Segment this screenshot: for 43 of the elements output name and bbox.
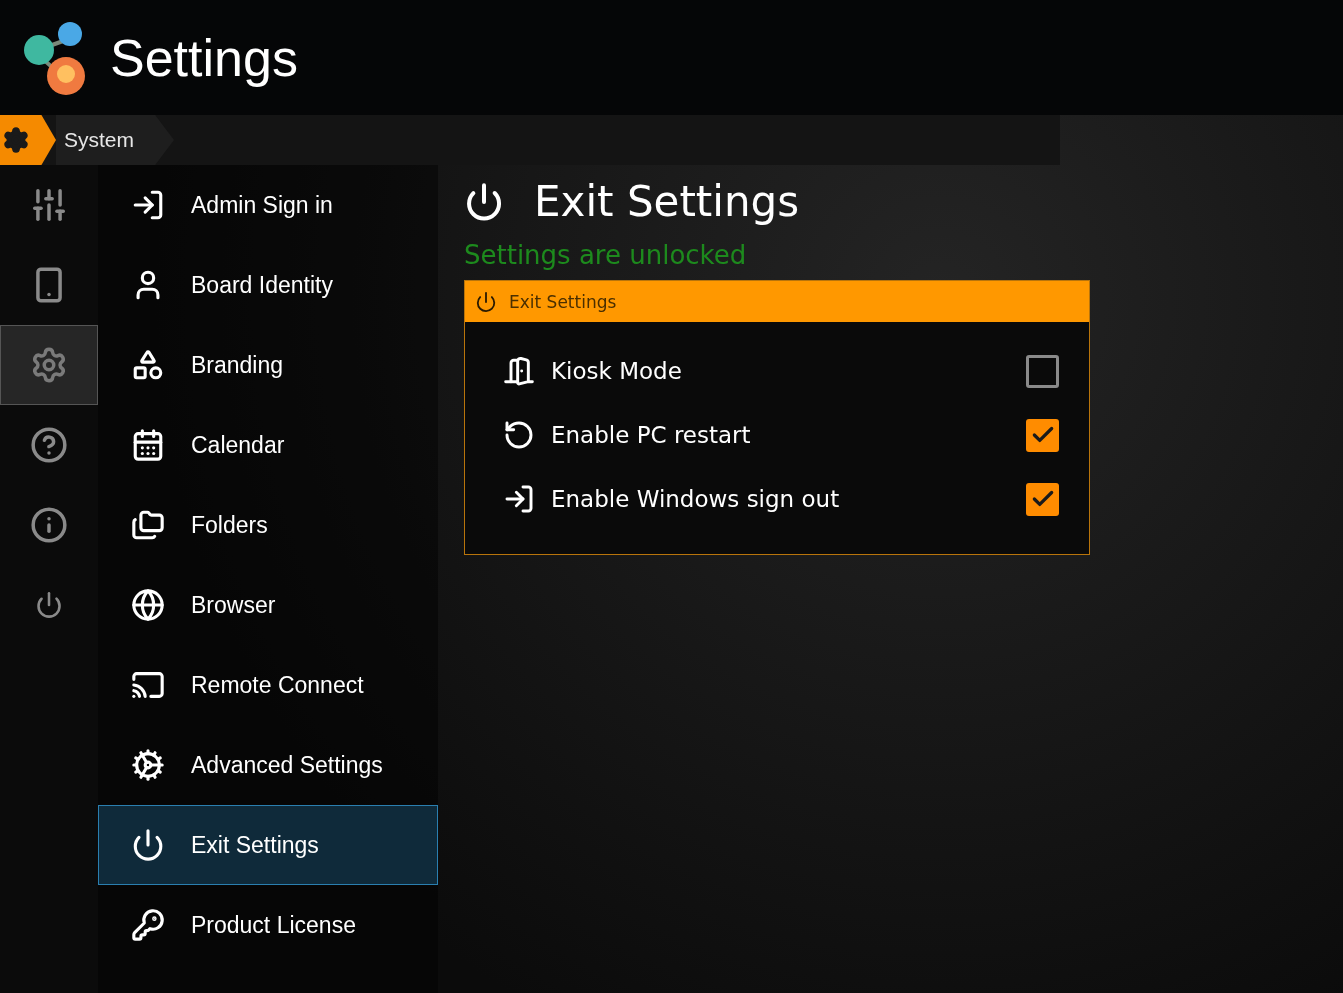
help-icon [30,426,68,464]
nav-item[interactable]: Calendar [98,405,438,485]
panel-title: Exit Settings [509,291,617,312]
logo-icon [22,19,88,96]
option-label: Enable Windows sign out [551,486,841,512]
nav-item[interactable]: Product License [98,885,438,965]
settings-icon [30,346,68,384]
power-icon [35,591,63,619]
globe-icon [131,588,165,622]
sign-in-icon [503,483,535,515]
option-label: Kiosk Mode [551,358,683,384]
key-icon [131,908,165,942]
nav-item[interactable]: Board Identity [98,245,438,325]
breadcrumb-home[interactable] [0,115,56,165]
settings-icon [2,126,30,154]
nav-item[interactable]: Admin Sign in [98,165,438,245]
sign-in-icon [131,188,165,222]
breadcrumb-item[interactable]: System [56,115,174,165]
calendar-icon [131,428,165,462]
checkbox[interactable] [1026,354,1059,388]
app-title: Settings [110,27,298,88]
rail-button[interactable] [0,325,98,405]
power-icon [131,828,165,862]
cog-icon [131,748,165,782]
power-icon [464,181,504,222]
folders-icon [131,508,165,542]
nav-item[interactable]: Remote Connect [98,645,438,725]
restart-icon [503,419,535,451]
power-icon [475,290,497,313]
nav-item[interactable]: Advanced Settings [98,725,438,805]
page-title: Exit Settings [534,177,800,226]
sliders-icon [30,186,68,224]
nav-item[interactable]: Branding [98,325,438,405]
door-icon [503,355,535,387]
shapes-icon [131,348,165,382]
nav-item[interactable]: Exit Settings [98,805,438,885]
nav-item[interactable]: Browser [98,565,438,645]
info-icon [30,506,68,544]
nav-item[interactable]: Folders [98,485,438,565]
checkbox[interactable] [1026,418,1059,452]
status-text: Settings are unlocked [464,240,748,270]
checkbox[interactable] [1026,482,1059,516]
option-label: Enable PC restart [551,422,752,448]
